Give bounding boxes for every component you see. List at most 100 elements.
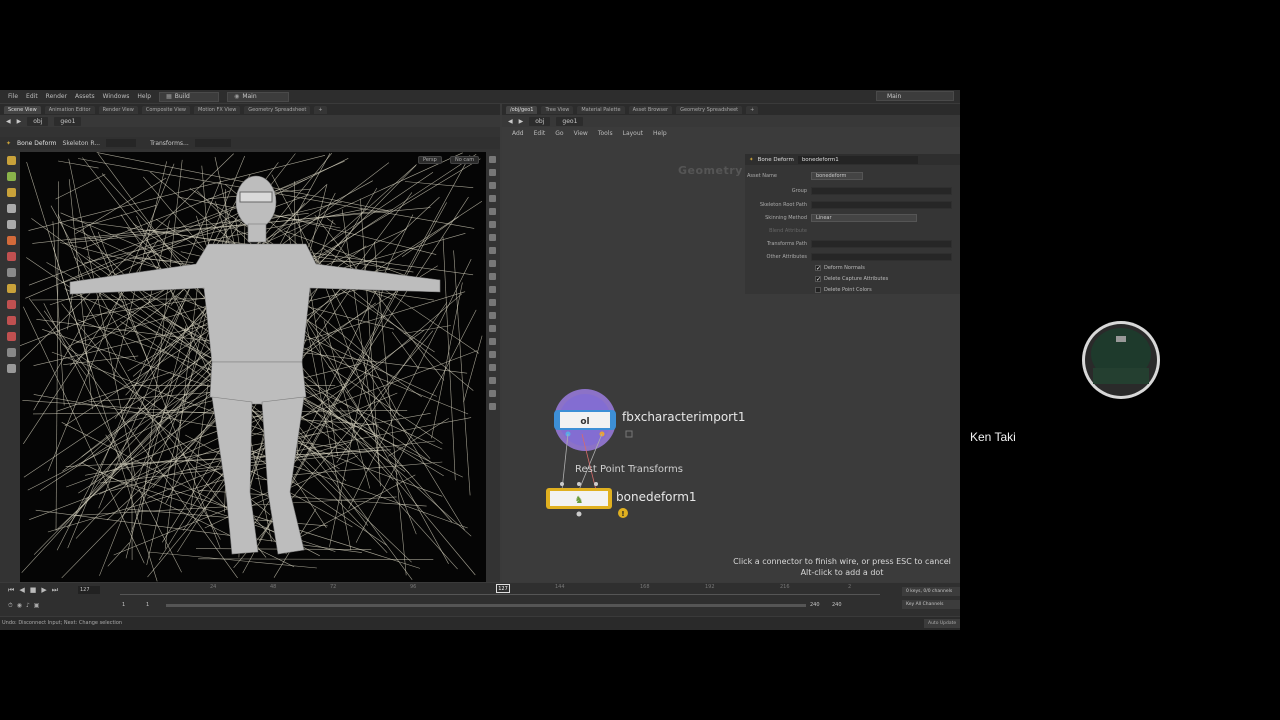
delete-point-colors-toggle[interactable]: Delete Point Colors: [815, 287, 872, 293]
persp-menu[interactable]: Persp: [418, 156, 442, 164]
lock-icon[interactable]: [625, 430, 633, 438]
range-slider[interactable]: [166, 604, 806, 607]
group-field[interactable]: [811, 186, 952, 195]
viewport-canvas[interactable]: [20, 152, 486, 582]
desktop-selector[interactable]: ▦ Build: [159, 91, 220, 102]
menu-windows[interactable]: Windows: [103, 93, 130, 100]
tab-scene-view[interactable]: Scene View: [4, 105, 41, 114]
play-icon[interactable]: ▶: [41, 586, 46, 595]
main-selector[interactable]: Main: [876, 91, 954, 101]
fbx-node-label[interactable]: fbxcharacterimport1: [622, 410, 745, 424]
net-menu-add[interactable]: Add: [512, 130, 524, 137]
step-back-icon[interactable]: ◀: [19, 586, 24, 595]
node-body[interactable]: [550, 491, 608, 506]
display-option-icon[interactable]: [488, 195, 496, 202]
keys-channels-button[interactable]: 0 keys, 0/0 channels: [902, 587, 960, 596]
display-option-icon[interactable]: [488, 273, 496, 280]
path-obj[interactable]: obj: [27, 116, 49, 126]
view-tool-icon[interactable]: [6, 268, 16, 277]
menu-file[interactable]: File: [8, 93, 18, 100]
display-option-icon[interactable]: [488, 208, 496, 215]
net-menu-go[interactable]: Go: [555, 130, 563, 137]
asset-name-menu[interactable]: bonedeform: [811, 171, 863, 180]
path-geo-2[interactable]: geo1: [556, 116, 584, 126]
key-all-channels-button[interactable]: Key All Channels: [902, 600, 960, 609]
timeline-ruler[interactable]: 127 24 48 72 96 144 168 192 216 2: [120, 584, 880, 595]
wire[interactable]: [561, 433, 569, 491]
back-icon[interactable]: ◀: [508, 118, 513, 125]
input-connector[interactable]: [560, 482, 564, 486]
camera-menu[interactable]: No cam: [450, 156, 480, 164]
tab-composite-view[interactable]: Composite View: [141, 105, 190, 114]
net-menu-edit[interactable]: Edit: [534, 130, 546, 137]
tab-geometry-spreadsheet-2[interactable]: Geometry Spreadsheet: [676, 105, 743, 114]
delete-capture-toggle[interactable]: ✓ Delete Capture Attributes: [815, 276, 888, 283]
auto-update-menu[interactable]: Auto Update: [924, 619, 960, 628]
output-connector[interactable]: [565, 431, 571, 437]
pose-tool-icon[interactable]: [6, 220, 16, 229]
node-fbxcharacterimport1[interactable]: ol: [554, 389, 633, 451]
lock-icon[interactable]: [6, 348, 16, 357]
checkbox-checked[interactable]: ✓: [815, 265, 821, 272]
input-connector[interactable]: [594, 482, 598, 486]
rotate-tool-icon[interactable]: [6, 188, 16, 197]
snap-icon[interactable]: [6, 284, 16, 293]
forward-icon[interactable]: ▶: [519, 118, 524, 125]
menu-help[interactable]: Help: [137, 93, 151, 100]
selection-field[interactable]: [106, 139, 137, 147]
display-option-icon[interactable]: [488, 234, 496, 241]
display-option-icon[interactable]: [488, 286, 496, 293]
skeleton-root-field[interactable]: [811, 200, 952, 209]
tab-geometry-spreadsheet[interactable]: Geometry Spreadsheet: [244, 105, 311, 114]
settings-icon[interactable]: ▣: [34, 602, 40, 610]
menu-render[interactable]: Render: [46, 93, 67, 100]
display-option-icon[interactable]: [488, 247, 496, 254]
pointer-icon[interactable]: [6, 204, 16, 213]
3d-viewport[interactable]: Persp No cam: [20, 152, 486, 582]
other-attributes-field[interactable]: [811, 252, 952, 261]
display-option-icon[interactable]: [488, 325, 496, 332]
tab-render-view[interactable]: Render View: [98, 105, 138, 114]
range-start[interactable]: 1: [146, 602, 149, 608]
snapshot-icon[interactable]: ◉: [17, 602, 22, 610]
input-connector[interactable]: [577, 482, 581, 486]
add-tab-button[interactable]: +: [314, 105, 327, 114]
menu-edit[interactable]: Edit: [26, 93, 38, 100]
transforms-label[interactable]: Transforms...: [150, 140, 189, 147]
tab-asset-browser[interactable]: Asset Browser: [628, 105, 673, 114]
node-body[interactable]: [554, 410, 616, 430]
brush-icon[interactable]: [6, 252, 16, 261]
net-menu-help[interactable]: Help: [653, 130, 667, 137]
checkbox-checked[interactable]: ✓: [815, 276, 821, 283]
display-option-icon[interactable]: [488, 299, 496, 306]
wire[interactable]: [578, 433, 603, 491]
net-menu-layout[interactable]: Layout: [623, 130, 643, 137]
output-connector[interactable]: [576, 511, 582, 517]
realtime-icon[interactable]: ⏱: [8, 602, 13, 610]
display-option-icon[interactable]: [488, 364, 496, 371]
wire-pending[interactable]: [581, 433, 597, 491]
jump-start-icon[interactable]: ⏮: [8, 586, 14, 595]
transform-tool-icon[interactable]: [6, 172, 16, 181]
audio-icon[interactable]: ♪: [26, 602, 30, 610]
select-tool-icon[interactable]: [6, 156, 16, 165]
handle-icon[interactable]: [6, 236, 16, 245]
net-menu-view[interactable]: View: [574, 130, 588, 137]
start-frame[interactable]: 1: [122, 602, 125, 608]
display-option-icon[interactable]: [488, 312, 496, 319]
display-option-icon[interactable]: [488, 338, 496, 345]
deform-normals-toggle[interactable]: ✓ Deform Normals: [815, 265, 865, 272]
frame-marker[interactable]: 127: [496, 584, 510, 593]
menu-assets[interactable]: Assets: [75, 93, 95, 100]
tab-network[interactable]: /obj/geo1: [506, 105, 538, 114]
shelf-set-selector[interactable]: ◉ Main: [227, 91, 290, 102]
add-tab-button-2[interactable]: +: [746, 105, 759, 114]
display-option-icon[interactable]: [488, 260, 496, 267]
display-option-icon[interactable]: [488, 156, 496, 163]
tab-material-palette[interactable]: Material Palette: [577, 105, 625, 114]
transforms-path-field[interactable]: [811, 239, 952, 248]
display-option-icon[interactable]: [488, 169, 496, 176]
display-option-icon[interactable]: [488, 351, 496, 358]
display-option-icon[interactable]: [488, 390, 496, 397]
tab-animation-editor[interactable]: Animation Editor: [44, 105, 95, 114]
